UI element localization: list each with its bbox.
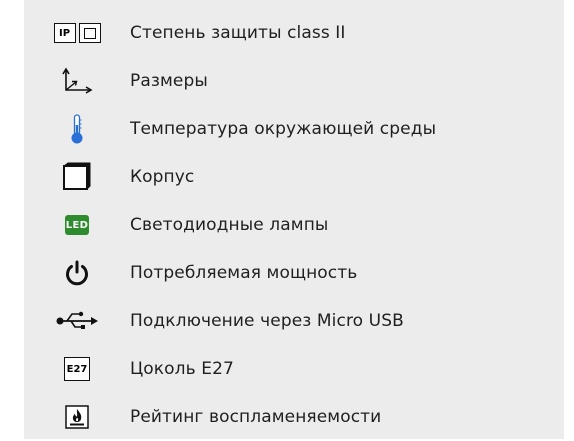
- thermometer-icon: [71, 114, 83, 144]
- flammability-icon: [65, 405, 89, 429]
- legend-row-flammability: Рейтинг воспламеняемости: [24, 393, 564, 441]
- legend-row-protection: IP Степень защиты class II: [24, 9, 564, 57]
- legend-row-temperature: Температура окружающей среды: [24, 105, 564, 153]
- legend-row-led: LED Светодиодные лампы: [24, 201, 564, 249]
- legend-label-e27: Цоколь E27: [130, 359, 234, 379]
- ip-label: IP: [53, 23, 76, 43]
- legend-label-led: Светодиодные лампы: [130, 215, 329, 235]
- dimensions-axes-icon: [62, 67, 93, 94]
- usb-icon: [56, 311, 98, 329]
- legend-label-temperature: Температура окружающей среды: [130, 119, 437, 139]
- legend-label-flammability: Рейтинг воспламеняемости: [130, 407, 382, 427]
- icon-legend-list: IP Степень защиты class II Размеры Темпе…: [24, 9, 564, 441]
- legend-row-usb: Подключение через Micro USB: [24, 297, 564, 345]
- legend-row-e27: E27 Цоколь E27: [24, 345, 564, 393]
- ip-protection-icon: IP: [53, 23, 101, 43]
- e27-socket-icon: E27: [64, 357, 90, 381]
- legend-label-usb: Подключение через Micro USB: [130, 311, 404, 331]
- legend-row-housing: Корпус: [24, 153, 564, 201]
- legend-row-power: Потребляемая мощность: [24, 249, 564, 297]
- icon-legend-panel: IP Степень защиты class II Размеры Темпе…: [24, 0, 564, 439]
- legend-label-dimensions: Размеры: [130, 71, 208, 91]
- power-icon: [66, 260, 88, 286]
- legend-label-protection: Степень защиты class II: [130, 23, 346, 43]
- housing-cube-icon: [63, 162, 91, 190]
- led-icon: LED: [65, 215, 89, 235]
- legend-label-power: Потребляемая мощность: [130, 263, 358, 283]
- legend-label-housing: Корпус: [130, 167, 195, 187]
- legend-row-dimensions: Размеры: [24, 57, 564, 105]
